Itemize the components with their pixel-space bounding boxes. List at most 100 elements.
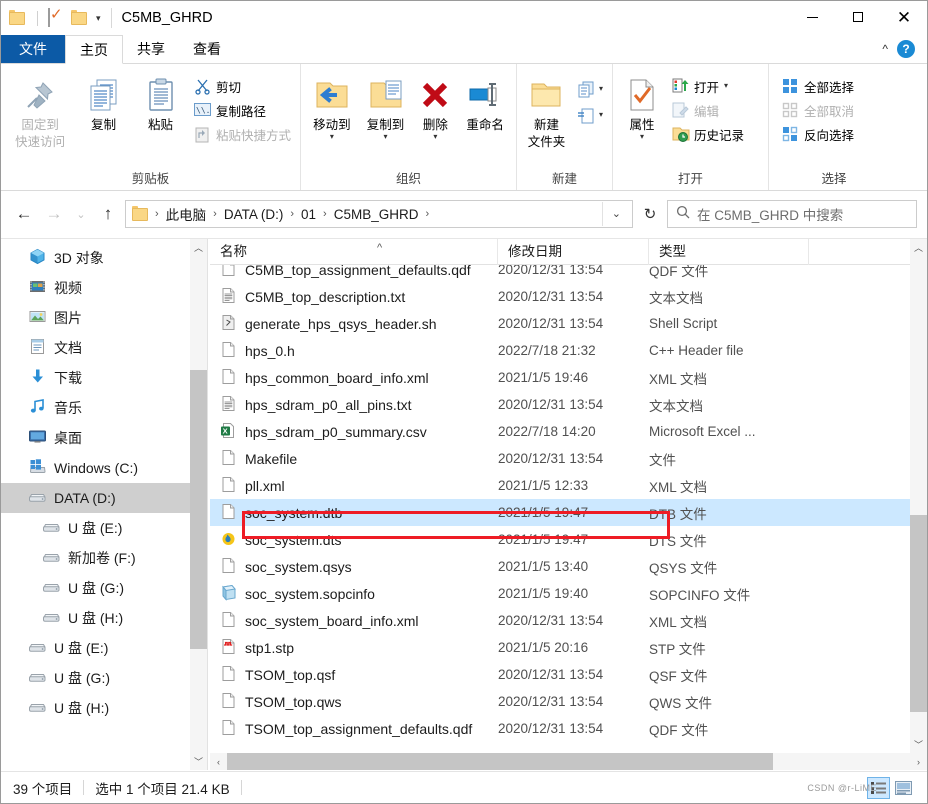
sidebar-item-10[interactable]: 新加卷 (F:) — [1, 543, 207, 573]
sidebar-item-6[interactable]: 桌面 — [1, 423, 207, 453]
chevron-down-icon[interactable]: ▾ — [599, 111, 603, 119]
sidebar-item-13[interactable]: U 盘 (E:) — [1, 633, 207, 663]
table-row[interactable]: TSOM_top_assignment_defaults.qdf 2020/12/… — [210, 715, 910, 742]
column-header-date[interactable]: 修改日期 — [498, 239, 649, 265]
close-button[interactable]: ✕ — [881, 1, 927, 33]
table-row[interactable]: generate_hps_qsys_header.sh 2020/12/31 13… — [210, 310, 910, 337]
hscroll-thumb[interactable] — [227, 753, 774, 770]
history-button[interactable]: 历史记录 — [667, 122, 749, 146]
details-view-button[interactable] — [867, 776, 890, 799]
sidebar-item-0[interactable]: 3D 对象 — [1, 243, 207, 273]
sidebar-item-14[interactable]: U 盘 (G:) — [1, 663, 207, 693]
table-row[interactable]: pll.xml 2021/1/5 12:33 XML 文档 — [210, 472, 910, 499]
move-to-button[interactable]: 移动到 ▾ — [305, 68, 359, 141]
sidebar-item-4[interactable]: 下载 — [1, 363, 207, 393]
breadcrumb-item-2[interactable]: 01 — [297, 205, 320, 224]
scroll-up-icon[interactable]: ︿ — [190, 239, 207, 256]
back-button[interactable]: ← — [11, 201, 37, 227]
chevron-down-icon[interactable]: ▾ — [384, 133, 388, 141]
sidebar-item-11[interactable]: U 盘 (G:) — [1, 573, 207, 603]
refresh-button[interactable]: ↻ — [637, 200, 663, 228]
chevron-down-icon[interactable]: ▾ — [599, 85, 603, 93]
select-none-button[interactable]: 全部取消 — [777, 98, 859, 122]
tab-home[interactable]: 主页 — [65, 35, 123, 64]
table-row[interactable]: stp1.stp 2021/1/5 20:16 STP 文件 — [210, 634, 910, 661]
table-row[interactable]: C5MB_top_description.txt 2020/12/31 13:54… — [210, 283, 910, 310]
file-scroll-track[interactable] — [910, 256, 927, 736]
sidebar-item-12[interactable]: U 盘 (H:) — [1, 603, 207, 633]
breadcrumb-dropdown-icon[interactable]: ⌄ — [601, 202, 630, 226]
delete-button[interactable]: 删除 ▾ — [412, 68, 458, 141]
search-input[interactable]: 在 C5MB_GHRD 中搜索 — [697, 204, 843, 224]
chevron-down-icon[interactable]: ▾ — [433, 133, 437, 141]
up-button[interactable]: ↑ — [95, 201, 121, 227]
table-row[interactable]: soc_system_board_info.xml 2020/12/31 13:5… — [210, 607, 910, 634]
recent-locations-button[interactable]: ⌄ — [71, 201, 91, 227]
breadcrumb-item-3[interactable]: C5MB_GHRD — [330, 205, 423, 224]
table-row[interactable]: soc_system.dtb 2021/1/5 19:47 DTB 文件 — [210, 499, 910, 526]
scroll-left-icon[interactable]: ‹ — [210, 753, 227, 770]
nav-scroll-track[interactable] — [190, 256, 207, 753]
copy-path-button[interactable]: \\.. 复制路径 — [189, 98, 296, 122]
forward-button[interactable]: → — [41, 201, 67, 227]
file-list-scrollbar[interactable]: ︿ ﹀ — [910, 239, 927, 753]
column-header-name[interactable]: 名称 ^ — [210, 239, 498, 265]
scroll-right-icon[interactable]: › — [910, 753, 927, 770]
sidebar-item-5[interactable]: 音乐 — [1, 393, 207, 423]
minimize-button[interactable] — [789, 1, 835, 33]
sidebar-item-1[interactable]: 视频 — [1, 273, 207, 303]
copy-button[interactable]: 复制 — [75, 68, 132, 133]
table-row[interactable]: C5MB_top_assignment_defaults.qdf 2020/12/… — [210, 265, 910, 283]
pin-to-quick-access-button[interactable]: 固定到 快速访问 — [5, 68, 75, 150]
large-icons-view-button[interactable] — [892, 777, 915, 799]
select-all-button[interactable]: 全部选择 — [777, 74, 859, 98]
table-row[interactable]: Xhps_sdram_p0_summary.csv 2022/7/18 14:20… — [210, 418, 910, 445]
chevron-down-icon[interactable]: ▾ — [640, 133, 644, 141]
table-row[interactable]: hps_sdram_p0_all_pins.txt 2020/12/31 13:5… — [210, 391, 910, 418]
sidebar-item-2[interactable]: 图片 — [1, 303, 207, 333]
nav-scroll-thumb[interactable] — [190, 370, 207, 649]
chevron-down-icon[interactable]: ▾ — [96, 13, 101, 24]
table-row[interactable]: TSOM_top.qsf 2020/12/31 13:54 QSF 文件 — [210, 661, 910, 688]
rename-button[interactable]: 重命名 — [458, 68, 512, 133]
sidebar-item-9[interactable]: U 盘 (E:) — [1, 513, 207, 543]
column-header-type[interactable]: 类型 — [649, 239, 809, 265]
sidebar-item-3[interactable]: 文档 — [1, 333, 207, 363]
nav-scrollbar[interactable]: ︿ ﹀ — [190, 239, 207, 770]
copy-to-button[interactable]: 复制到 ▾ — [359, 68, 413, 141]
table-row[interactable]: TSOM_top.qws 2020/12/31 13:54 QWS 文件 — [210, 688, 910, 715]
scroll-down-icon[interactable]: ﹀ — [190, 753, 207, 770]
hscroll-track[interactable] — [227, 753, 910, 770]
open-button[interactable]: 打开 ▾ — [667, 74, 749, 98]
file-scroll-thumb[interactable] — [910, 515, 927, 712]
properties-button[interactable]: 属性 ▾ — [617, 68, 667, 141]
new-folder-button[interactable]: 新建 文件夹 — [521, 68, 572, 150]
tab-file[interactable]: 文件 — [1, 35, 65, 63]
new-item-button[interactable]: ▾ — [572, 76, 608, 102]
scroll-down-icon[interactable]: ﹀ — [910, 736, 927, 753]
maximize-button[interactable] — [835, 1, 881, 33]
easy-access-button[interactable]: ▾ — [572, 102, 608, 128]
collapse-ribbon-icon[interactable]: ^ — [882, 42, 888, 56]
table-row[interactable]: Makefile 2020/12/31 13:54 文件 — [210, 445, 910, 472]
paste-button[interactable]: 粘贴 — [132, 68, 189, 133]
table-row[interactable]: soc_system.dts 2021/1/5 19:47 DTS 文件 — [210, 526, 910, 553]
table-row[interactable]: soc_system.qsys 2021/1/5 13:40 QSYS 文件 — [210, 553, 910, 580]
search-box[interactable]: 在 C5MB_GHRD 中搜索 — [667, 200, 917, 228]
paste-shortcut-button[interactable]: 粘贴快捷方式 — [189, 122, 296, 146]
cut-button[interactable]: 剪切 — [189, 74, 296, 98]
chevron-down-icon[interactable]: ▾ — [724, 82, 728, 90]
breadcrumb[interactable]: › 此电脑 › DATA (D:) › 01 › C5MB_GHRD › ⌄ — [125, 200, 633, 228]
help-icon[interactable]: ? — [897, 40, 915, 58]
sidebar-item-15[interactable]: U 盘 (H:) — [1, 693, 207, 723]
new-folder-icon[interactable] — [71, 9, 89, 27]
invert-selection-button[interactable]: 反向选择 — [777, 122, 859, 146]
breadcrumb-item-1[interactable]: DATA (D:) — [220, 205, 288, 224]
chevron-down-icon[interactable]: ▾ — [330, 133, 334, 141]
file-list-hscrollbar[interactable]: ‹ › — [210, 753, 927, 770]
scroll-up-icon[interactable]: ︿ — [910, 239, 927, 256]
properties-icon[interactable] — [48, 8, 66, 27]
breadcrumb-item-0[interactable]: 此电脑 — [162, 202, 211, 226]
tab-share[interactable]: 共享 — [123, 35, 179, 63]
edit-button[interactable]: 编辑 — [667, 98, 749, 122]
